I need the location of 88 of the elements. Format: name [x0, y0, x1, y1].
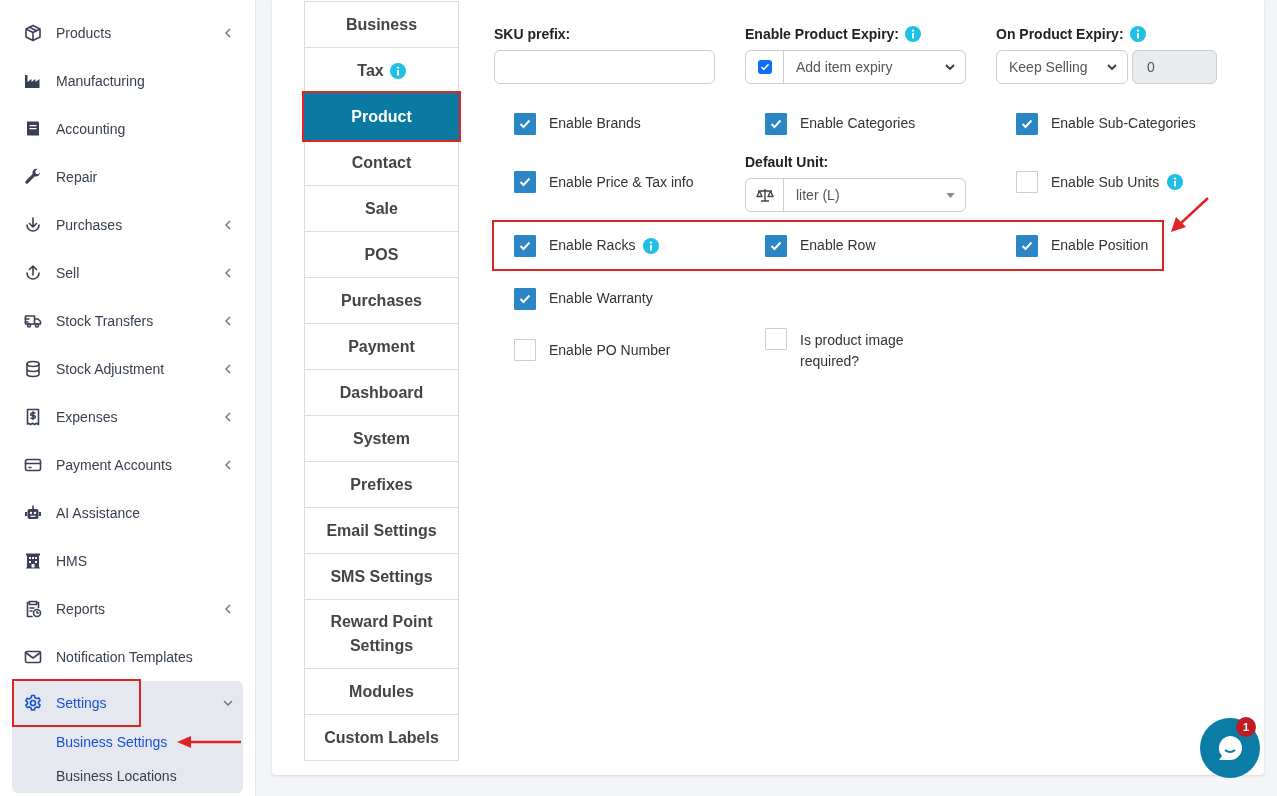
sidebar-item[interactable]: Manufacturing [12, 57, 157, 105]
checkmark-icon [1021, 240, 1033, 251]
settings-tab[interactable]: Dashboard [304, 369, 459, 416]
receipt-icon [24, 408, 42, 426]
submenu-item[interactable]: Business Locations [12, 759, 177, 793]
chevron-down-icon [1107, 62, 1117, 72]
checkbox[interactable] [765, 234, 787, 257]
sidebar-item[interactable]: HMS [12, 537, 100, 585]
checkbox-label: Is product image required? [800, 331, 905, 371]
envelope-icon [24, 648, 42, 666]
checkbox[interactable] [514, 339, 536, 361]
settings-tab[interactable]: POS [304, 231, 459, 278]
sidebar-item[interactable]: AI Assistance [12, 489, 153, 537]
checkmark-icon [770, 240, 782, 251]
checkbox[interactable] [765, 328, 787, 350]
days-field[interactable]: 0 [1132, 50, 1217, 84]
checkbox-label: Enable Sub Units [1051, 172, 1160, 192]
truck-icon [24, 312, 42, 330]
card-icon [24, 456, 42, 474]
settings-tab[interactable]: Prefixes [304, 461, 459, 508]
settings-tab[interactable]: Product [304, 93, 459, 140]
field-label: SKU prefix: [494, 24, 571, 44]
building-icon [24, 552, 42, 570]
checkbox-label: Enable Warranty [549, 289, 653, 308]
book-icon [24, 120, 42, 138]
settings-tab[interactable]: Email Settings [304, 507, 459, 554]
checkmark-icon [519, 177, 531, 187]
checkbox-label: Enable Price & Tax info [549, 172, 694, 192]
settings-tab[interactable]: Business [304, 1, 459, 48]
checkbox[interactable] [765, 112, 787, 135]
checkbox-label: Enable Row [800, 236, 876, 255]
checkbox[interactable] [514, 234, 536, 257]
checkbox-label: Enable Brands [549, 114, 641, 133]
checkbox-label: Enable Racks [549, 236, 636, 255]
gear-icon [24, 694, 42, 712]
checkbox[interactable] [1016, 171, 1038, 193]
checkbox[interactable] [514, 171, 536, 193]
scale-icon [755, 188, 774, 202]
sidebar-item[interactable]: Reports [12, 585, 118, 633]
sidebar-item[interactable]: Accounting [12, 105, 138, 153]
settings-tab[interactable]: Reward Point Settings [304, 599, 459, 669]
checkmark-icon [519, 118, 531, 129]
sku-prefix-field[interactable] [494, 50, 715, 84]
settings-tab[interactable]: Purchases [304, 277, 459, 324]
wrench-icon [24, 168, 42, 186]
submenu-item[interactable]: Business Settings [12, 725, 168, 759]
checkbox[interactable] [514, 112, 536, 135]
sidebar-item[interactable]: Stock Adjustment [12, 345, 177, 393]
settings-tab[interactable]: Sale [304, 185, 459, 232]
settings-tab[interactable]: Modules [304, 668, 459, 715]
robot-icon [24, 504, 42, 522]
checkbox[interactable] [514, 287, 536, 310]
database-icon [24, 360, 42, 378]
expiry-action-select[interactable]: Keep Selling [996, 50, 1128, 84]
sidebar-item[interactable]: Notification Templates [12, 633, 205, 681]
checkmark-icon [519, 293, 531, 304]
field-label: Default Unit: [745, 152, 829, 172]
sidebar-item[interactable]: Expenses [12, 393, 130, 441]
settings-tab[interactable]: Tax [304, 47, 459, 94]
checkbox-label: Enable Sub-Categories [1051, 114, 1196, 133]
sidebar-item[interactable]: Sell [12, 249, 92, 297]
sidebar-item[interactable]: Products [12, 9, 124, 57]
sidebar-item[interactable]: Payment Accounts [12, 441, 184, 489]
checkbox-label: Enable Categories [800, 114, 916, 133]
checkbox-label: Enable Position [1051, 236, 1149, 255]
checkmark-icon [1021, 118, 1033, 129]
checkmark-icon [519, 240, 531, 251]
caret-down-icon [946, 192, 955, 198]
factory-icon [24, 72, 42, 90]
field-label: Enable Product Expiry: [745, 24, 900, 44]
sidebar-item[interactable]: Settings [12, 679, 141, 727]
sidebar-item[interactable]: Stock Transfers [12, 297, 166, 345]
checkbox[interactable] [1016, 234, 1038, 257]
sidebar-item[interactable]: Purchases [12, 201, 135, 249]
settings-tab[interactable]: System [304, 415, 459, 462]
download-icon [24, 216, 42, 234]
field-label: On Product Expiry: [996, 24, 1124, 44]
checkbox[interactable] [1016, 112, 1038, 135]
unit-select[interactable]: liter (L) [745, 178, 966, 212]
upload-icon [24, 264, 42, 282]
clipboard-icon [24, 600, 42, 618]
sidebar-item[interactable]: Repair [12, 153, 110, 201]
settings-tab[interactable]: Payment [304, 323, 459, 370]
settings-tab[interactable]: SMS Settings [304, 553, 459, 600]
checkbox-label: Enable PO Number [549, 340, 671, 360]
box-icon [24, 24, 42, 42]
checkmark-icon [770, 118, 782, 129]
settings-tab[interactable]: Custom Labels [304, 714, 459, 761]
